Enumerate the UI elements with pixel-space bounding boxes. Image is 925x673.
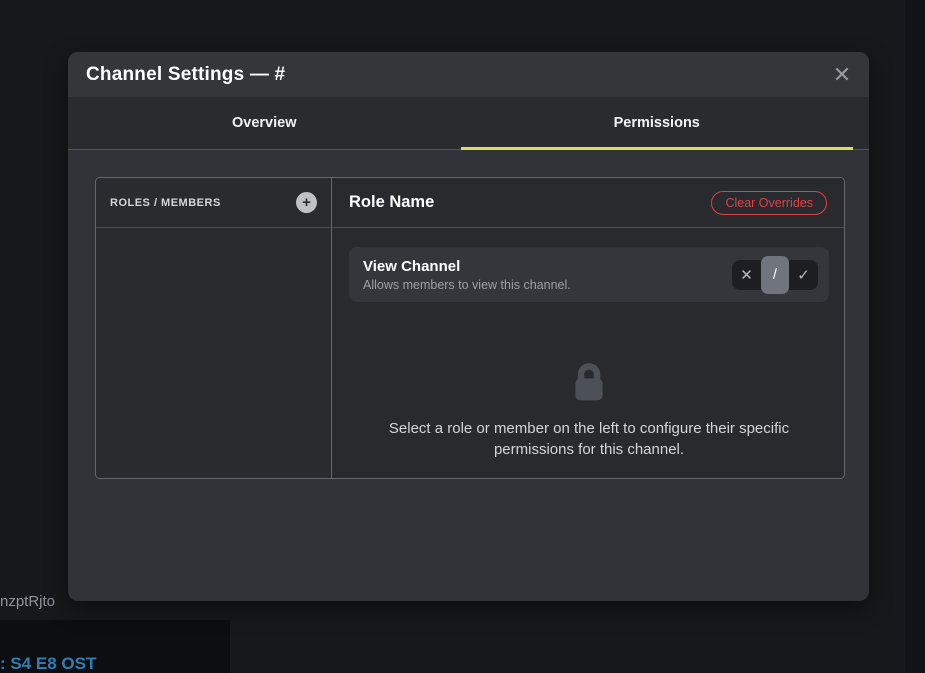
modal-titlebar: Channel Settings — # ✕	[68, 52, 869, 97]
close-button[interactable]: ✕	[827, 60, 857, 90]
role-permissions-panel: Role Name Clear Overrides View Channel A…	[332, 178, 844, 478]
roles-members-header: ROLES / MEMBERS +	[96, 178, 331, 228]
permission-text-block: View Channel Allows members to view this…	[363, 258, 571, 292]
check-icon: ✓	[797, 266, 810, 284]
clear-overrides-button[interactable]: Clear Overrides	[711, 191, 827, 215]
empty-state: Select a role or member on the left to c…	[349, 358, 829, 460]
tab-permissions[interactable]: Permissions	[461, 97, 854, 149]
role-name-title: Role Name	[349, 193, 434, 212]
modal-body: ROLES / MEMBERS + Role Name Clear Overri…	[68, 150, 869, 479]
tab-overview-label: Overview	[232, 115, 297, 131]
lock-icon	[565, 358, 613, 406]
x-icon: ✕	[740, 266, 753, 284]
allow-toggle-button[interactable]: ✓	[789, 260, 818, 290]
plus-icon: +	[302, 193, 311, 212]
tab-overview[interactable]: Overview	[68, 97, 461, 149]
add-role-button[interactable]: +	[296, 192, 317, 213]
permission-tri-state-toggle: ✕ / ✓	[732, 260, 818, 290]
permission-description: Allows members to view this channel.	[363, 278, 571, 292]
active-tab-underline	[461, 147, 854, 150]
permissions-panels: ROLES / MEMBERS + Role Name Clear Overri…	[95, 177, 845, 479]
tab-permissions-label: Permissions	[614, 115, 700, 131]
permission-row-view-channel: View Channel Allows members to view this…	[349, 247, 829, 302]
neutral-toggle-button[interactable]: /	[761, 256, 789, 294]
empty-state-text: Select a role or member on the left to c…	[349, 418, 829, 460]
tab-bar: Overview Permissions	[68, 97, 869, 150]
permissions-content: View Channel Allows members to view this…	[332, 228, 844, 460]
permission-name: View Channel	[363, 258, 571, 275]
background-right-strip	[905, 0, 925, 673]
roles-members-label: ROLES / MEMBERS	[110, 197, 221, 209]
roles-members-list[interactable]	[96, 228, 331, 478]
modal-title: Channel Settings — #	[86, 64, 285, 86]
roles-members-panel: ROLES / MEMBERS +	[96, 178, 332, 478]
channel-settings-modal: Channel Settings — # ✕ Overview Permissi…	[68, 52, 869, 601]
slash-icon: /	[773, 266, 777, 283]
close-icon: ✕	[833, 64, 851, 86]
role-permissions-header: Role Name Clear Overrides	[332, 178, 844, 228]
deny-toggle-button[interactable]: ✕	[732, 260, 761, 290]
background-partial-text: nzptRjto	[0, 593, 55, 610]
background-link[interactable]: : S4 E8 OST	[0, 654, 96, 673]
